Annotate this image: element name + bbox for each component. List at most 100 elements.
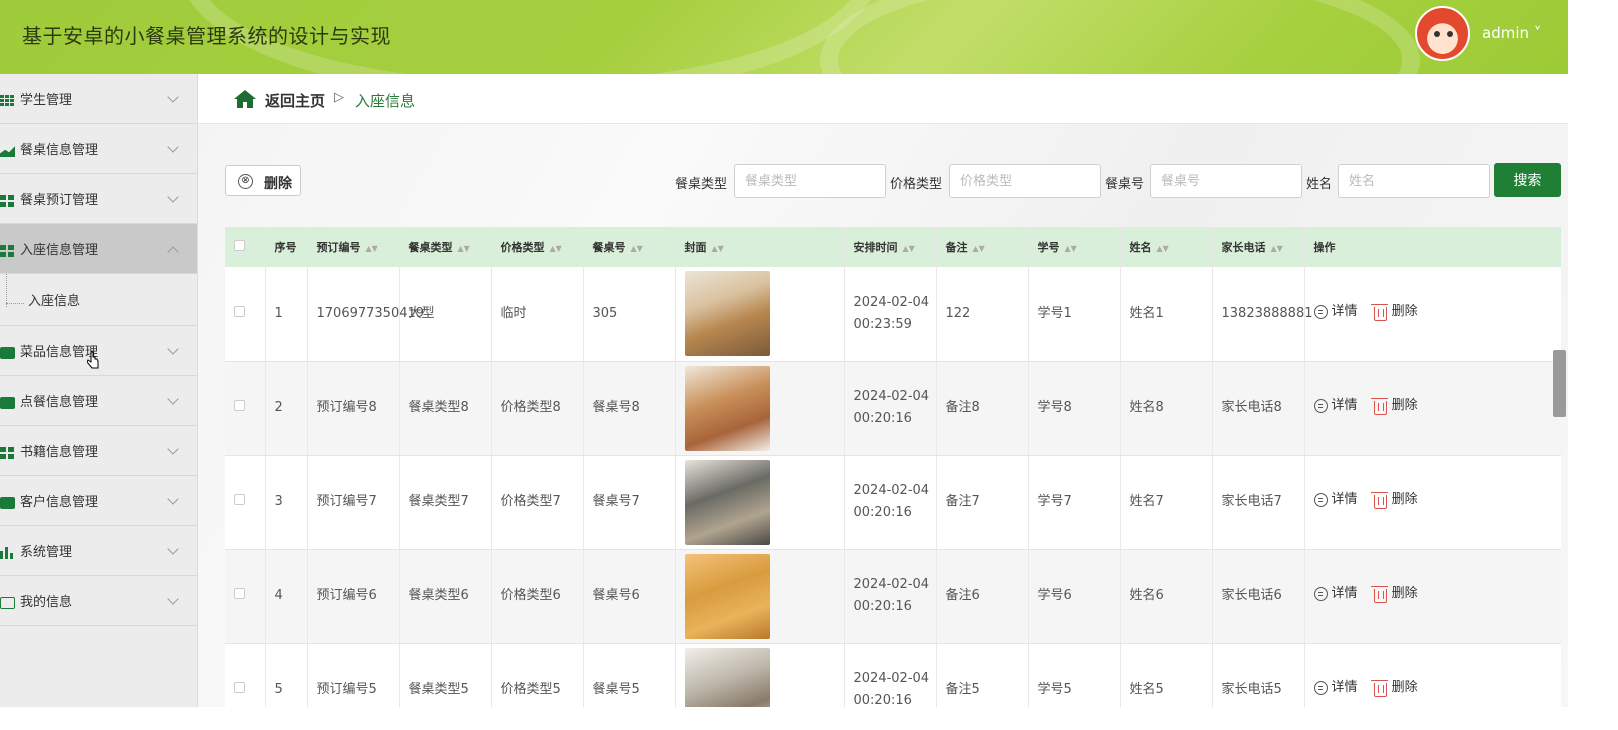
column-header: 操作 — [1304, 227, 1561, 267]
row-delete-button[interactable]: 删除 — [1370, 583, 1418, 605]
sort-icon[interactable]: ▲▼ — [1271, 244, 1283, 253]
detail-button[interactable]: 详情 — [1313, 583, 1358, 605]
filter-label-table-no: 餐桌号 — [1105, 177, 1145, 192]
cell-note: 备注5 — [936, 643, 1029, 707]
row-checkbox[interactable] — [234, 588, 245, 599]
column-header[interactable]: 备注 ▲▼ — [936, 227, 1029, 267]
column-header[interactable]: 价格类型 ▲▼ — [491, 227, 584, 267]
sidebar: 学生管理 餐桌信息管理 餐桌预订管理 入座信息管理 入座信息 菜品信息管理 点餐… — [0, 74, 198, 707]
four-squares-icon — [0, 245, 15, 257]
column-header[interactable]: 餐桌类型 ▲▼ — [399, 227, 492, 267]
row-delete-button[interactable]: 删除 — [1370, 301, 1418, 323]
price-type-input[interactable] — [949, 164, 1101, 198]
detail-button[interactable]: 详情 — [1313, 301, 1358, 323]
table-type-input[interactable] — [734, 164, 886, 198]
cell-checkbox — [225, 267, 266, 362]
row-delete-button[interactable]: 删除 — [1370, 395, 1418, 417]
sidebar-item-label: 客户信息管理 — [20, 495, 99, 510]
cell-type: 大型 — [399, 267, 492, 362]
select-all-checkbox[interactable] — [234, 240, 245, 251]
cell-order: 预订编号5 — [307, 643, 400, 707]
cell-table: 餐桌号5 — [583, 643, 676, 707]
avatar[interactable] — [1415, 6, 1470, 61]
cell-cover — [675, 267, 845, 362]
sidebar-item-7[interactable]: 客户信息管理 — [0, 476, 197, 526]
row-checkbox[interactable] — [234, 305, 245, 317]
row-checkbox[interactable] — [234, 682, 245, 693]
sidebar-subitem[interactable]: 入座信息 — [0, 274, 197, 326]
table-no-input[interactable] — [1150, 164, 1302, 198]
data-table: 序号 预订编号 ▲▼ 餐桌类型 ▲▼ 价格类型 ▲▼ 餐桌号 ▲▼ 封面 ▲▼ 安排时间 ▲▼ 备注 ▲▼ 学… — [225, 227, 1561, 707]
home-icon[interactable] — [233, 89, 257, 109]
row-checkbox[interactable] — [234, 494, 245, 505]
page-scrollbar[interactable] — [1553, 350, 1566, 417]
sidebar-item-3[interactable]: 入座信息管理 — [0, 224, 197, 274]
detail-icon — [1313, 399, 1328, 413]
column-header[interactable]: 学号 ▲▼ — [1028, 227, 1121, 267]
column-header[interactable]: 预订编号 ▲▼ — [307, 227, 400, 267]
table-row: 1 1706977350419 大型 临时 305 2024-02-04 00:23:59… — [225, 267, 1561, 362]
cell-type: 餐桌类型5 — [399, 643, 492, 707]
sort-icon[interactable]: ▲▼ — [631, 244, 643, 253]
cell-sid: 学号5 — [1028, 643, 1121, 707]
sidebar-item-5[interactable]: 点餐信息管理 — [0, 376, 197, 426]
cell-phone: 家长电话7 — [1212, 455, 1305, 550]
sort-icon[interactable]: ▲▼ — [458, 244, 470, 253]
table-row: 3 预订编号7 餐桌类型7 价格类型7 餐桌号7 2024-02-04 00:20:16 备… — [225, 455, 1561, 550]
row-delete-button[interactable]: 删除 — [1370, 489, 1418, 511]
sort-icon[interactable]: ▲▼ — [903, 244, 915, 253]
cell-price: 价格类型5 — [491, 643, 584, 707]
app-title: 基于安卓的小餐桌管理系统的设计与实现 — [22, 24, 391, 48]
cell-time: 2024-02-04 00:20:16 — [844, 455, 937, 550]
sort-icon[interactable]: ▲▼ — [366, 244, 378, 253]
trash-icon — [1370, 303, 1388, 321]
cell-time: 2024-02-04 00:20:16 — [844, 643, 937, 707]
sidebar-item-6[interactable]: 书籍信息管理 — [0, 426, 197, 476]
detail-button[interactable]: 详情 — [1313, 489, 1358, 511]
cell-note: 备注7 — [936, 455, 1029, 550]
row-delete-button[interactable]: 删除 — [1370, 677, 1418, 699]
sidebar-item-8[interactable]: 系统管理 — [0, 526, 197, 576]
name-input[interactable] — [1338, 164, 1490, 198]
cell-actions: 详情 删除 — [1304, 267, 1561, 362]
sidebar-item-0[interactable]: 学生管理 — [0, 74, 197, 124]
cell-sid: 学号1 — [1028, 267, 1121, 362]
column-header[interactable]: 安排时间 ▲▼ — [844, 227, 937, 267]
sidebar-item-1[interactable]: 餐桌信息管理 — [0, 124, 197, 174]
cell-idx: 4 — [265, 549, 308, 644]
column-header[interactable]: 封面 ▲▼ — [675, 227, 845, 267]
cell-sid: 学号7 — [1028, 455, 1121, 550]
column-header[interactable]: 家长电话 ▲▼ — [1212, 227, 1305, 267]
sort-icon[interactable]: ▲▼ — [1157, 244, 1169, 253]
sidebar-item-label: 入座信息管理 — [20, 243, 99, 258]
main-content: 返回主页 ▷ 入座信息 ⊗ 删除 餐桌类型 价格类型 餐桌号 姓名 搜索 序号预… — [198, 74, 1568, 707]
detail-button[interactable]: 详情 — [1313, 395, 1358, 417]
sidebar-item-9[interactable]: 我的信息 — [0, 576, 197, 626]
column-header[interactable]: 姓名 ▲▼ — [1120, 227, 1213, 267]
sort-icon[interactable]: ▲▼ — [712, 244, 724, 253]
cell-phone: 家长电话8 — [1212, 361, 1305, 456]
mouse-pointer-icon — [87, 351, 99, 369]
cell-order: 1706977350419 — [307, 267, 424, 362]
detail-icon — [1313, 304, 1328, 319]
clipboard-icon — [0, 497, 15, 509]
cell-note: 122 — [936, 267, 1029, 362]
chevron-down-icon — [167, 141, 179, 153]
sort-icon[interactable]: ▲▼ — [550, 244, 562, 253]
sort-icon[interactable]: ▲▼ — [973, 244, 985, 253]
trash-icon — [1370, 586, 1388, 603]
sidebar-item-2[interactable]: 餐桌预订管理 — [0, 174, 197, 224]
batch-delete-button[interactable]: ⊗ 删除 — [225, 165, 301, 196]
column-header[interactable]: 餐桌号 ▲▼ — [583, 227, 676, 267]
detail-button[interactable]: 详情 — [1313, 677, 1358, 699]
breadcrumb-home[interactable]: 返回主页 — [265, 90, 325, 111]
cell-order: 预订编号6 — [307, 549, 400, 644]
sidebar-item-label: 我的信息 — [20, 595, 73, 610]
user-menu[interactable]: admin ˅ — [1482, 24, 1541, 42]
cell-name: 姓名5 — [1120, 643, 1213, 707]
sort-icon[interactable]: ▲▼ — [1065, 244, 1077, 253]
row-checkbox[interactable] — [234, 400, 245, 411]
sidebar-item-label: 餐桌预订管理 — [20, 193, 99, 208]
cell-name: 姓名7 — [1120, 455, 1213, 550]
search-button[interactable]: 搜索 — [1494, 163, 1561, 197]
